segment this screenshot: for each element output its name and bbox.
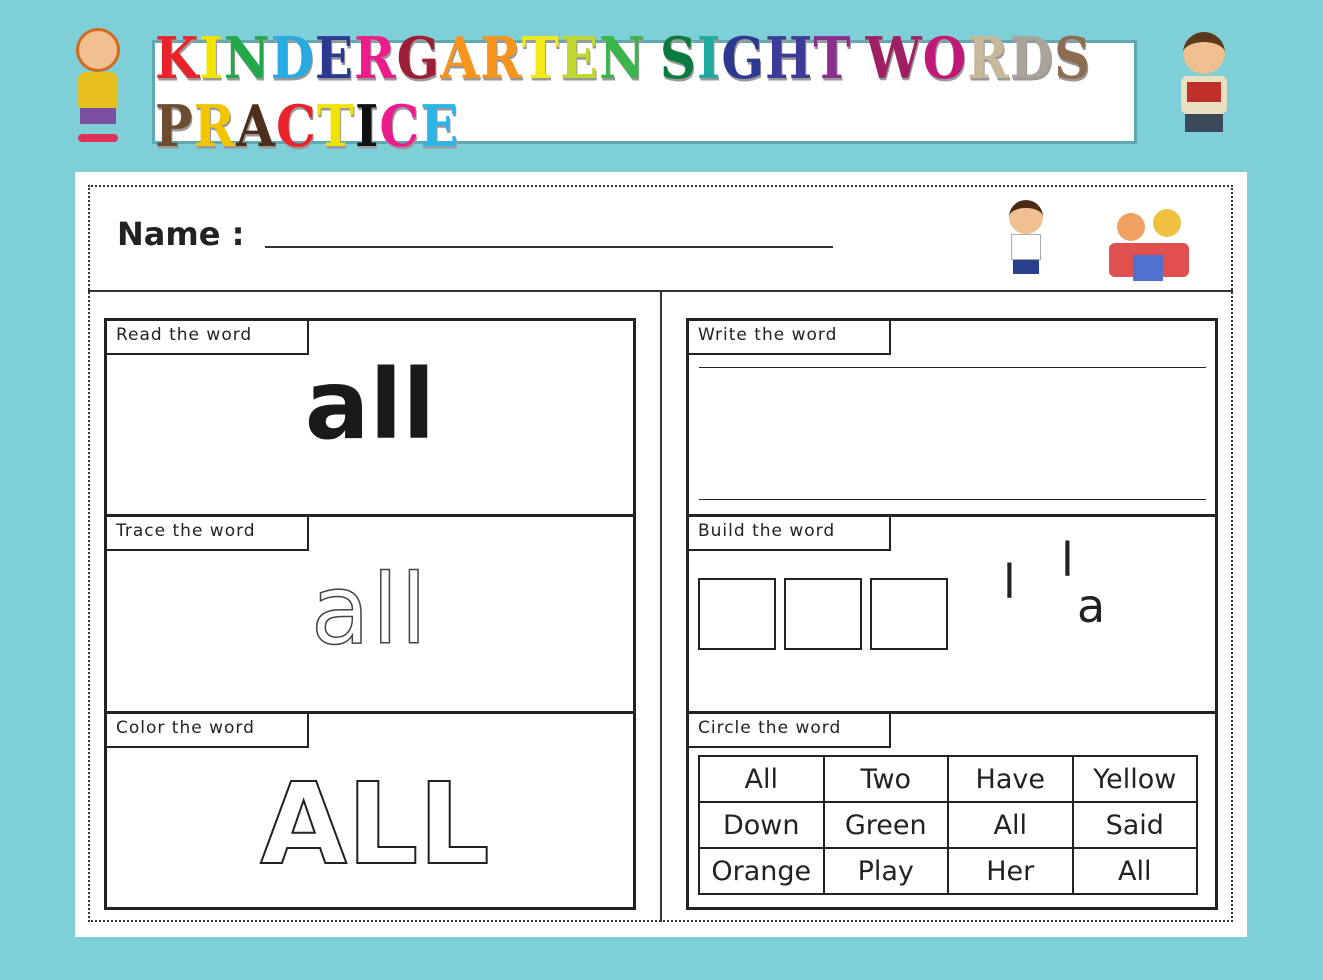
letter-box-1[interactable] [698,578,776,650]
title-letter: W [865,24,923,92]
write-section-label: Write the word [689,321,891,355]
title-letter: A [236,92,276,160]
color-word[interactable]: ALL [104,759,636,891]
word-cell[interactable]: Said [1072,802,1197,848]
title-letter: I [696,24,722,92]
name-label: Name : [117,215,245,253]
word-cell[interactable]: Her [948,848,1073,894]
title-letter: T [316,92,355,160]
title-letter: P [155,92,194,160]
title-letter: I [354,92,380,160]
word-cell[interactable]: Have [948,756,1073,802]
letter-tile[interactable]: a [1077,579,1105,633]
title-letter: E [560,24,600,92]
write-line-bottom[interactable] [699,499,1206,500]
word-cell[interactable]: Green [823,802,948,848]
write-line-top[interactable] [699,367,1206,368]
title-letter: N [599,24,646,92]
circle-word-grid: All Two Have Yellow Down Green All Said … [698,755,1198,895]
letter-box-3[interactable] [870,578,948,650]
column-divider [660,290,662,922]
title-letter: D [1009,24,1055,92]
letter-tile[interactable]: l [1061,533,1074,587]
word-cell[interactable]: Two [823,756,948,802]
title-letter: R [967,24,1010,92]
trace-word[interactable]: all [104,554,636,666]
student-illustration [1005,200,1047,286]
page-title: KINDERGARTEN SIGHT WORDSPRACTICE [155,24,1134,160]
title-letter: T [521,24,561,92]
title-letter: G [396,24,441,92]
trace-section-label: Trace the word [107,517,309,551]
title-letter: E [314,24,355,92]
title-letter: T [813,24,852,92]
word-cell[interactable]: All [699,756,824,802]
title-letter: S [659,24,697,92]
color-section-label: Color the word [107,714,309,748]
title-letter: R [193,92,237,160]
title-letter: O [922,24,968,92]
letter-box-2[interactable] [784,578,862,650]
title-letter: C [275,92,317,160]
title-letter: K [155,24,200,92]
title-letter: G [721,24,766,92]
girl-illustration [68,28,128,143]
word-cell[interactable]: Play [823,848,948,894]
word-cell[interactable]: Down [699,802,824,848]
circle-section-label: Circle the word [689,714,891,748]
title-letter: N [223,24,271,92]
title-letter: S [1054,24,1092,92]
kids-reading-illustration [1103,195,1195,285]
word-cell[interactable]: All [948,802,1073,848]
name-input-line[interactable] [265,246,833,248]
build-section-label: Build the word [689,517,891,551]
title-letter: D [270,24,315,92]
word-cell[interactable]: Orange [699,848,824,894]
title-letter: E [420,92,460,160]
title-letter: R [480,24,522,92]
title-letter: C [379,92,421,160]
title-letter: R [354,24,397,92]
boy-illustration [1175,32,1235,145]
letter-tile[interactable]: l [1003,555,1016,609]
word-cell[interactable]: Yellow [1072,756,1197,802]
read-word: all [304,349,436,461]
title-letter: I [199,24,224,92]
title-letter: A [440,24,481,92]
word-cell[interactable]: All [1072,848,1197,894]
title-letter: H [765,24,814,92]
title-banner: KINDERGARTEN SIGHT WORDSPRACTICE [152,24,1137,160]
